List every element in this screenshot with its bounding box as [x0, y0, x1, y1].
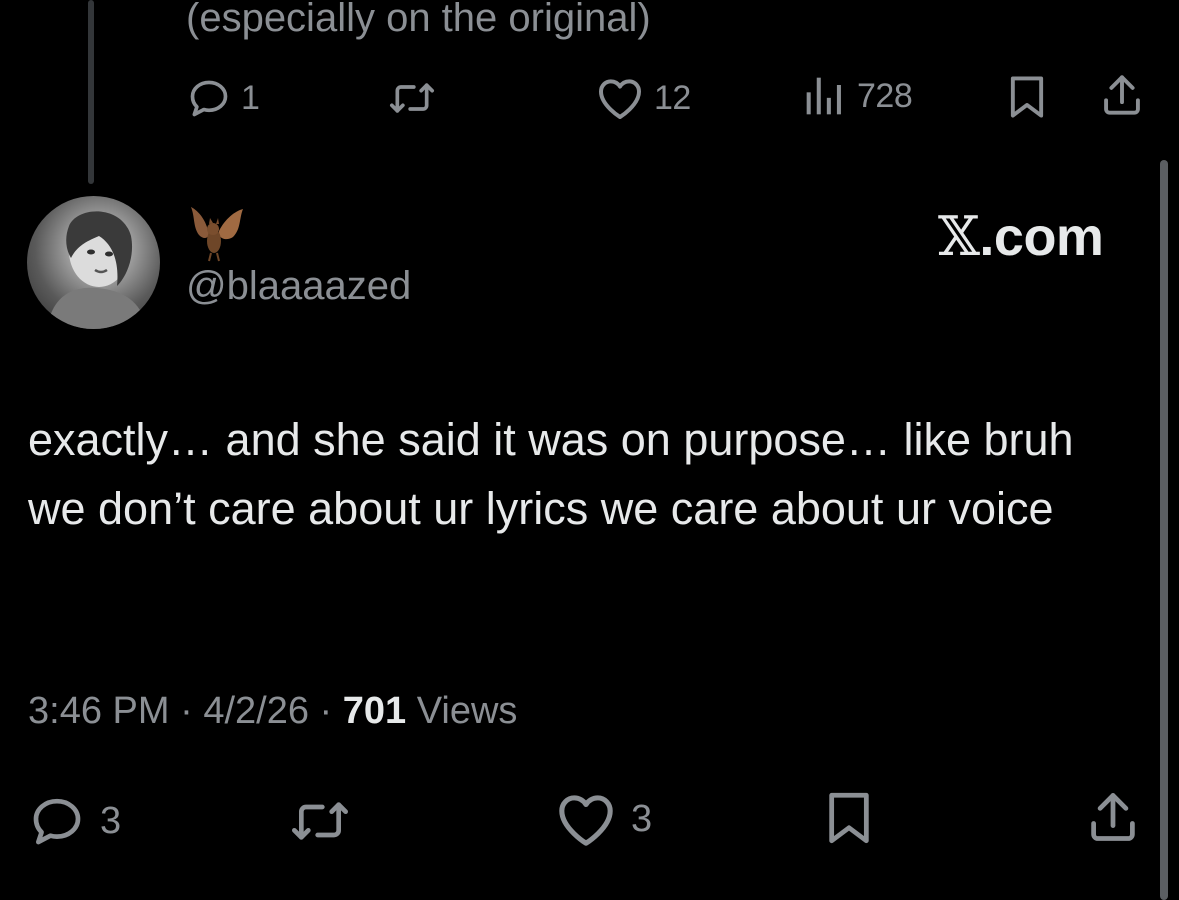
- x-logo-icon: 𝕏: [938, 205, 980, 268]
- previous-tweet-text: (especially on the original): [186, 0, 651, 40]
- previous-views-button[interactable]: 728: [803, 74, 913, 118]
- tweet-date[interactable]: 4/2/26: [203, 690, 309, 732]
- bookmark-button[interactable]: [823, 789, 875, 847]
- display-name-bat-emoji[interactable]: [189, 205, 245, 265]
- heart-icon: [596, 76, 644, 120]
- reply-icon: [187, 76, 231, 120]
- tweet-time[interactable]: 3:46 PM: [28, 690, 170, 732]
- thread-connector-line: [88, 0, 94, 184]
- previous-views-count: 728: [857, 76, 913, 115]
- brand-suffix: .com: [979, 207, 1104, 267]
- views-bar-chart-icon: [803, 74, 847, 118]
- previous-reply-button[interactable]: 1: [187, 76, 260, 120]
- retweet-icon: [287, 793, 353, 849]
- like-button[interactable]: 3: [555, 791, 652, 847]
- views-label: Views: [406, 690, 518, 732]
- previous-bookmark-button[interactable]: [1005, 74, 1049, 120]
- user-handle[interactable]: @blaaaazed: [186, 264, 411, 309]
- avatar-photo: [47, 211, 147, 329]
- retweet-icon: [387, 76, 437, 120]
- meta-separator: ·: [308, 690, 343, 732]
- previous-retweet-button[interactable]: [387, 76, 437, 120]
- avatar[interactable]: [27, 196, 160, 329]
- previous-reply-count: 1: [241, 78, 260, 117]
- heart-icon: [555, 791, 617, 847]
- bat-emoji-icon: [191, 207, 243, 262]
- reply-button[interactable]: 3: [28, 793, 121, 849]
- retweet-button[interactable]: [287, 793, 353, 849]
- share-icon: [1100, 72, 1144, 118]
- scrollbar[interactable]: [1160, 160, 1168, 900]
- reply-count: 3: [100, 799, 121, 842]
- tweet-text: exactly… and she said it was on purpose……: [28, 414, 1074, 534]
- views-count[interactable]: 701: [343, 690, 406, 732]
- like-count: 3: [631, 797, 652, 840]
- bookmark-icon: [1005, 74, 1049, 120]
- tweet-meta: 3:46 PM · 4/2/26 · 701 Views: [28, 690, 517, 733]
- meta-separator: ·: [169, 690, 204, 732]
- previous-like-button[interactable]: 12: [596, 76, 691, 120]
- share-icon: [1087, 789, 1139, 845]
- reply-icon: [28, 793, 86, 849]
- previous-share-button[interactable]: [1100, 72, 1144, 118]
- previous-like-count: 12: [654, 78, 691, 117]
- share-button[interactable]: [1087, 789, 1139, 845]
- bookmark-icon: [823, 789, 875, 847]
- x-com-brand: 𝕏.com: [938, 205, 1104, 268]
